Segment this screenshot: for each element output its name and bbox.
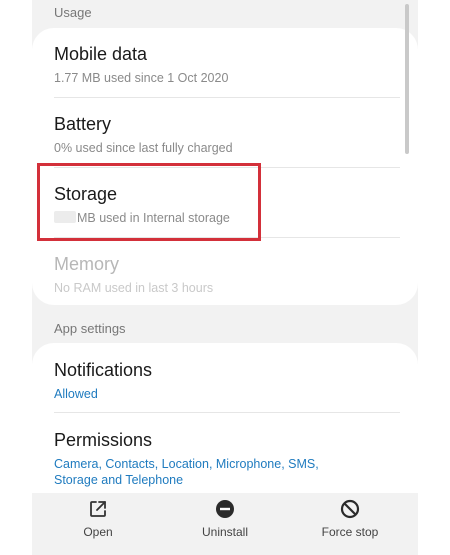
force-stop-label: Force stop (321, 525, 379, 539)
mobile-data-item[interactable]: Mobile data 1.77 MB used since 1 Oct 202… (54, 43, 400, 86)
minus-circle-icon (216, 500, 234, 518)
permissions-title: Permissions (54, 430, 153, 450)
divider (54, 412, 400, 413)
app-info-screen: Usage Mobile data 1.77 MB used since 1 O… (32, 0, 418, 555)
storage-subtitle-row: MB used in Internal storage (54, 210, 400, 226)
divider (54, 167, 400, 168)
memory-item[interactable]: Memory No RAM used in last 3 hours (54, 253, 400, 296)
divider (54, 97, 400, 98)
permissions-subtitle-line1: Camera, Contacts, Location, Microphone, … (54, 457, 319, 471)
open-external-icon (90, 501, 106, 517)
memory-title: Memory (54, 254, 120, 274)
scrollbar[interactable] (405, 4, 409, 154)
bottom-action-bar: Open Uninstall Force stop (32, 493, 418, 550)
notifications-subtitle: Allowed (54, 387, 98, 401)
memory-subtitle: No RAM used in last 3 hours (54, 281, 214, 295)
divider (54, 237, 400, 238)
permissions-item[interactable]: Permissions Camera, Contacts, Location, … (54, 429, 400, 488)
redacted-value (54, 211, 76, 223)
notifications-item[interactable]: Notifications Allowed (54, 359, 400, 402)
usage-section-header: Usage (54, 5, 92, 20)
uninstall-label: Uninstall (201, 525, 249, 539)
mobile-data-title: Mobile data (54, 44, 148, 64)
battery-item[interactable]: Battery 0% used since last fully charged (54, 113, 400, 156)
storage-title: Storage (54, 184, 118, 204)
open-button[interactable]: Open (48, 499, 148, 539)
mobile-data-subtitle: 1.77 MB used since 1 Oct 2020 (54, 71, 229, 85)
force-stop-button[interactable]: Force stop (300, 499, 400, 539)
storage-item[interactable]: Storage MB used in Internal storage (54, 183, 400, 226)
permissions-subtitle-line2: Storage and Telephone (54, 473, 184, 487)
no-entry-icon (340, 499, 360, 519)
usage-card: Mobile data 1.77 MB used since 1 Oct 202… (32, 28, 418, 305)
app-settings-section-header: App settings (54, 321, 126, 336)
battery-title: Battery (54, 114, 112, 134)
uninstall-button[interactable]: Uninstall (175, 499, 275, 539)
storage-subtitle: MB used in Internal storage (77, 211, 230, 225)
battery-subtitle: 0% used since last fully charged (54, 141, 233, 155)
notifications-title: Notifications (54, 360, 153, 380)
open-label: Open (83, 525, 113, 539)
permissions-subtitle: Camera, Contacts, Location, Microphone, … (54, 456, 400, 488)
